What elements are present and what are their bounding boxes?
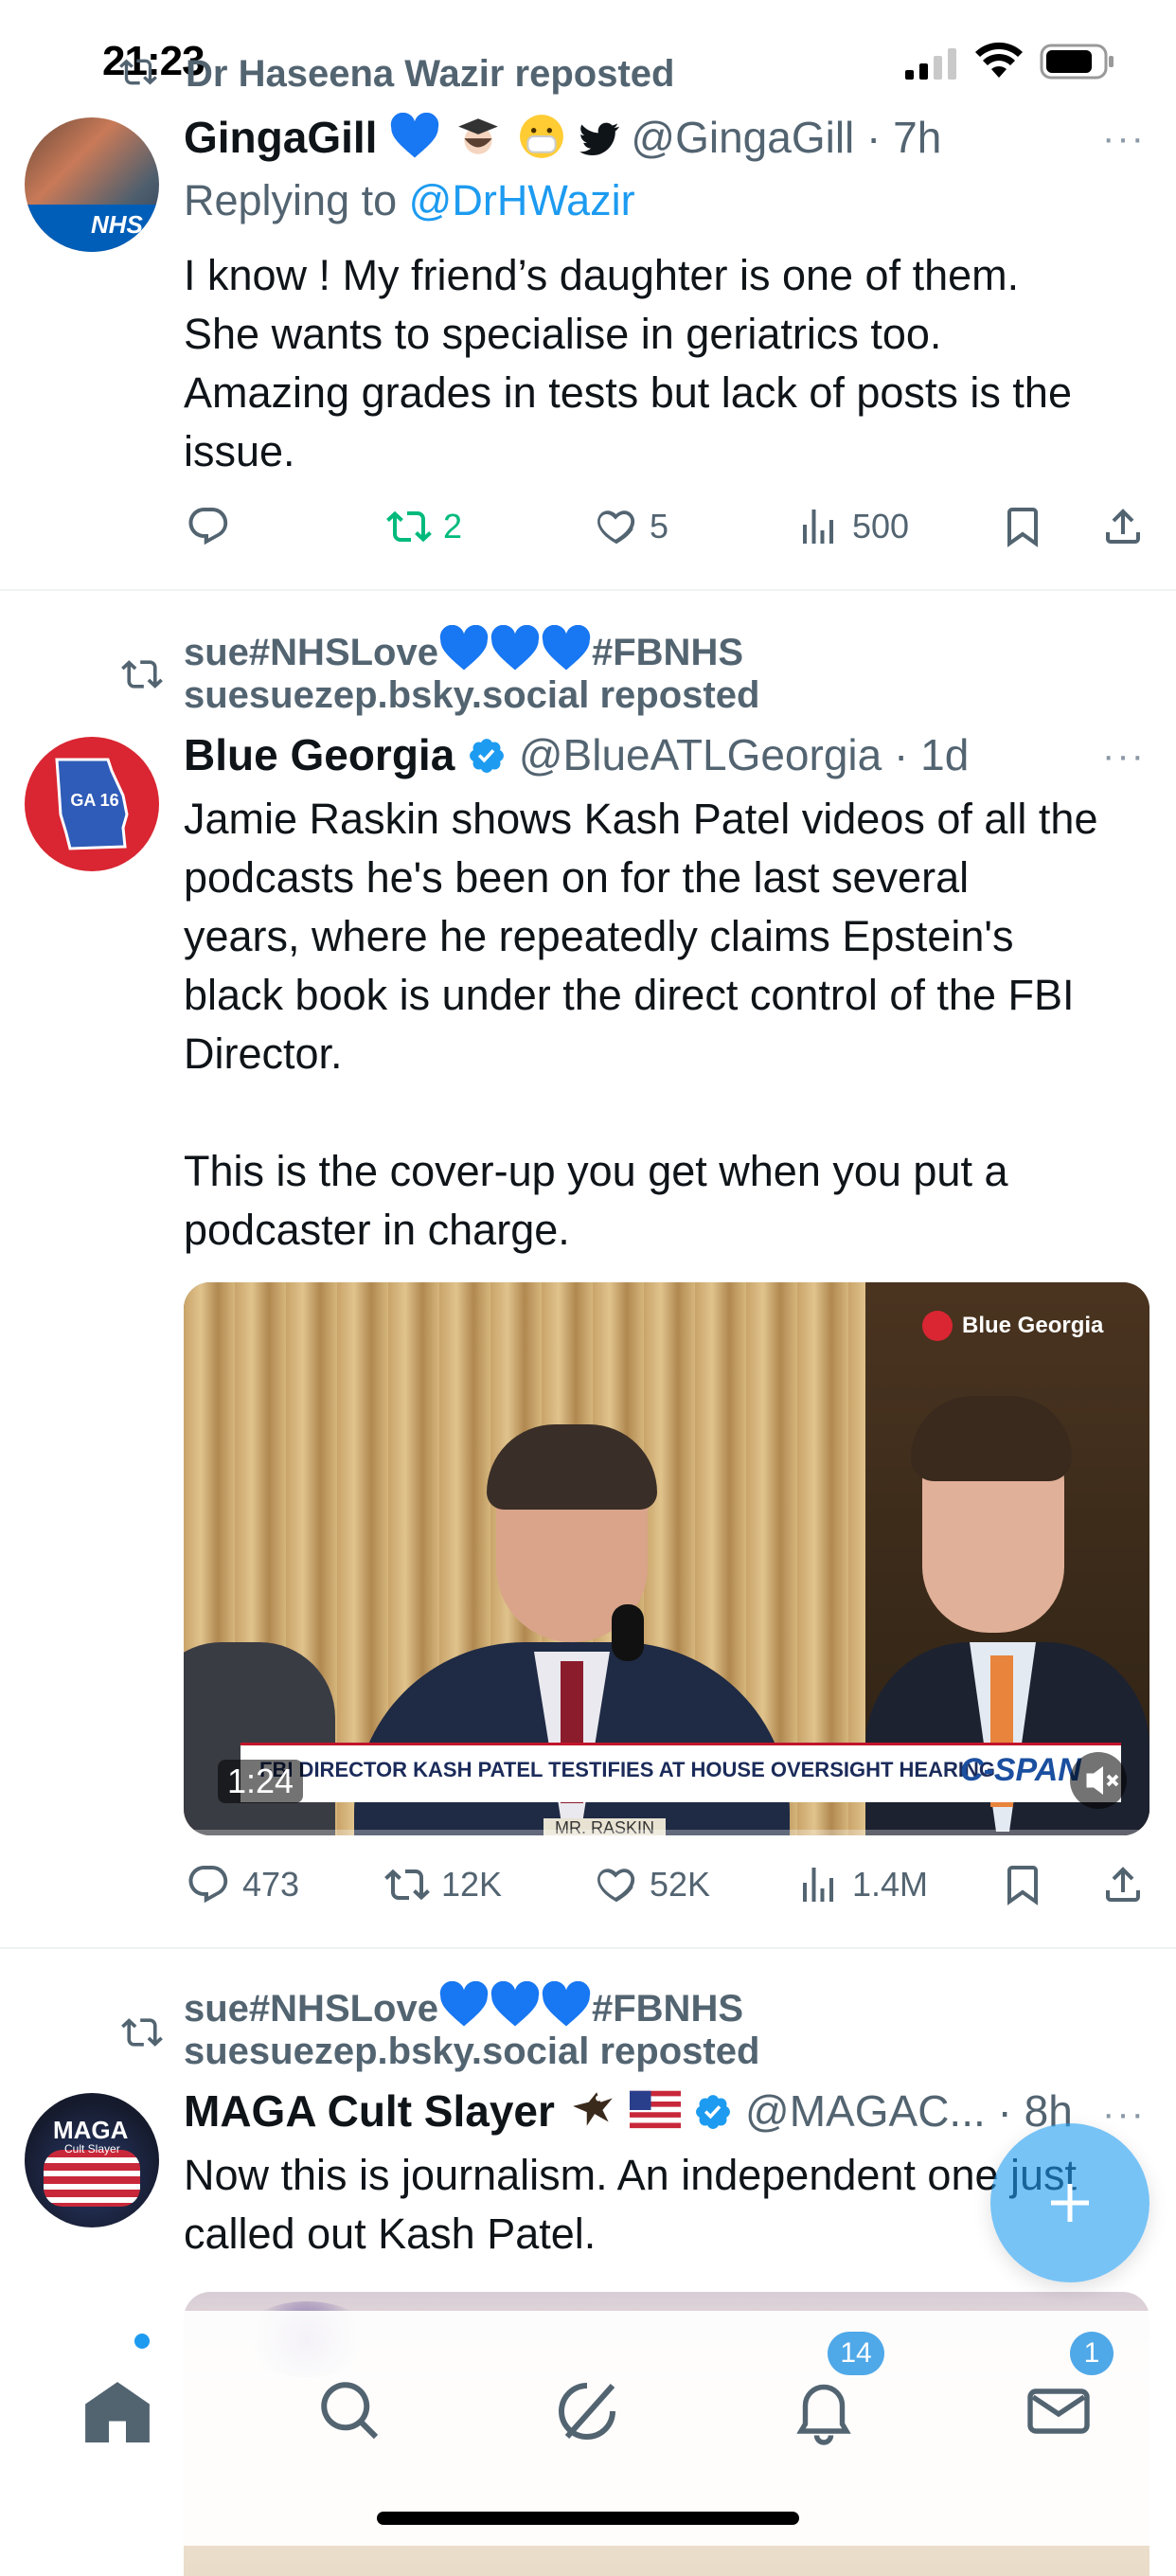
mail-icon[interactable] — [1025, 2377, 1093, 2445]
grok-icon[interactable] — [553, 2377, 621, 2445]
repost-icon — [121, 2018, 163, 2047]
blue-heart-icon — [490, 625, 540, 671]
video-watermark: Blue Georgia — [922, 1311, 1103, 1341]
repost-label[interactable]: sue#NHSLove #FBNHS — [184, 625, 743, 674]
more-options-button[interactable]: ··· — [1102, 2093, 1146, 2136]
like-button[interactable]: 52K — [593, 1862, 710, 1907]
messages-badge: 1 — [1070, 2332, 1114, 2375]
blue-heart-icon — [439, 625, 489, 671]
verified-icon — [696, 2095, 731, 2129]
video-duration: 1:24 — [218, 1760, 304, 1803]
like-icon — [597, 1869, 635, 1903]
bookmark-icon — [1007, 1866, 1038, 1905]
verified-icon — [470, 739, 505, 773]
mute-button[interactable] — [1070, 1752, 1127, 1809]
bookmark-button[interactable] — [1000, 504, 1045, 549]
blue-heart-icon — [391, 113, 439, 158]
home-indicator[interactable] — [377, 2512, 799, 2525]
repost-icon — [386, 510, 432, 543]
avatar[interactable]: MAGA Cult Slayer — [25, 2093, 159, 2227]
eagle-emoji-icon — [572, 2092, 613, 2126]
views-button[interactable]: 1.4M — [795, 1862, 928, 1907]
avatar-label: NHS — [91, 210, 143, 239]
author-name[interactable]: MAGA Cult Slayer — [184, 2086, 555, 2136]
share-button[interactable] — [1100, 504, 1146, 549]
more-options-button[interactable]: ··· — [1102, 117, 1146, 160]
mask-emoji-icon — [519, 115, 563, 158]
tab-bar: 14 1 — [0, 2311, 1176, 2546]
microphone — [612, 1604, 644, 1661]
plus-icon — [1051, 2184, 1089, 2222]
avatar-label: GA 16 — [70, 791, 119, 810]
reply-icon — [188, 508, 228, 546]
avatar[interactable]: NHS — [25, 117, 159, 252]
tweet-header: MAGA Cult Slayer @MAGAC... · 8h — [184, 2085, 1073, 2137]
bookmark-icon — [1007, 508, 1038, 547]
graduate-emoji-icon — [458, 118, 498, 154]
author-handle[interactable]: @GingaGill — [631, 113, 854, 162]
reply-button[interactable] — [186, 504, 242, 549]
avatar[interactable]: GA 16 — [25, 737, 159, 871]
compose-button[interactable] — [990, 2123, 1149, 2282]
views-icon — [803, 1868, 833, 1902]
blue-heart-icon — [542, 625, 591, 671]
blue-heart-icon — [542, 1981, 591, 2027]
tweet-card[interactable]: sue#NHSLove #FBNHS suesuezep.bsky.social … — [0, 591, 1176, 1945]
tweet-header: Blue Georgia @BlueATLGeorgia · 1d — [184, 729, 969, 780]
home-unread-dot — [134, 2334, 150, 2349]
video-progress[interactable] — [184, 1830, 1149, 1835]
repost-icon — [384, 1869, 430, 1901]
blue-heart-icon — [439, 1981, 489, 2027]
share-icon — [1106, 1867, 1140, 1902]
reply-icon — [188, 1866, 228, 1904]
reply-to-link[interactable]: @DrHWazir — [409, 176, 635, 224]
repost-button[interactable]: 12K — [384, 1862, 502, 1907]
share-icon — [1106, 509, 1140, 544]
bird-icon — [579, 122, 619, 156]
repost-button[interactable]: 2 — [386, 504, 462, 549]
replying-to: Replying to @DrHWazir — [184, 176, 635, 224]
more-options-button[interactable]: ··· — [1102, 735, 1146, 778]
network-logo: C-SPAN — [960, 1752, 1081, 1788]
repost-label[interactable]: sue#NHSLove #FBNHS — [184, 1981, 743, 2030]
views-button[interactable]: 500 — [795, 504, 909, 549]
bell-icon[interactable] — [790, 2377, 858, 2445]
author-handle[interactable]: @BlueATLGeorgia — [519, 730, 882, 779]
video-player[interactable]: Blue Georgia FBI DIRECTOR KASH PATEL TES… — [184, 1282, 1149, 1835]
tweet-text: I know ! My friend’s daughter is one of … — [184, 251, 1072, 475]
tweet-text: Jamie Raskin shows Kash Patel videos of … — [184, 795, 1098, 1254]
us-flag-icon — [630, 2090, 682, 2130]
views-icon — [803, 510, 833, 544]
speaker-muted-icon — [1086, 1766, 1119, 1795]
repost-label[interactable]: Dr Haseena Wazir reposted — [186, 53, 674, 96]
blue-heart-icon — [490, 1981, 540, 2027]
notifications-badge: 14 — [828, 2332, 884, 2375]
home-icon[interactable] — [83, 2377, 151, 2445]
author-name[interactable]: Blue Georgia — [184, 730, 454, 779]
share-button[interactable] — [1100, 1862, 1146, 1907]
tweet-time: · 7h — [866, 113, 942, 162]
tweet-header: GingaGill @GingaGill · 7h — [184, 112, 941, 163]
repost-label-line2[interactable]: suesuezep.bsky.social reposted — [184, 674, 759, 717]
repost-icon — [121, 660, 163, 689]
repost-label-line2[interactable]: suesuezep.bsky.social reposted — [184, 2030, 759, 2073]
reply-button[interactable]: 473 — [186, 1862, 299, 1907]
like-button[interactable]: 5 — [593, 504, 668, 549]
avatar-sublabel: Cult Slayer — [64, 2142, 120, 2156]
chyron-text: FBI DIRECTOR KASH PATEL TESTIFIES AT HOU… — [259, 1758, 995, 1781]
like-icon — [597, 510, 635, 545]
tweet-time: · 1d — [894, 730, 970, 779]
search-icon[interactable] — [316, 2377, 384, 2445]
avatar-label: MAGA — [53, 2116, 129, 2144]
bookmark-button[interactable] — [1000, 1862, 1045, 1907]
watermark-logo — [922, 1311, 953, 1341]
repost-icon — [119, 59, 157, 85]
tweet-card[interactable]: Dr Haseena Wazir reposted NHS GingaGill … — [0, 0, 1176, 587]
author-handle[interactable]: @MAGAC... — [745, 2086, 986, 2136]
author-name[interactable]: GingaGill — [184, 113, 377, 162]
